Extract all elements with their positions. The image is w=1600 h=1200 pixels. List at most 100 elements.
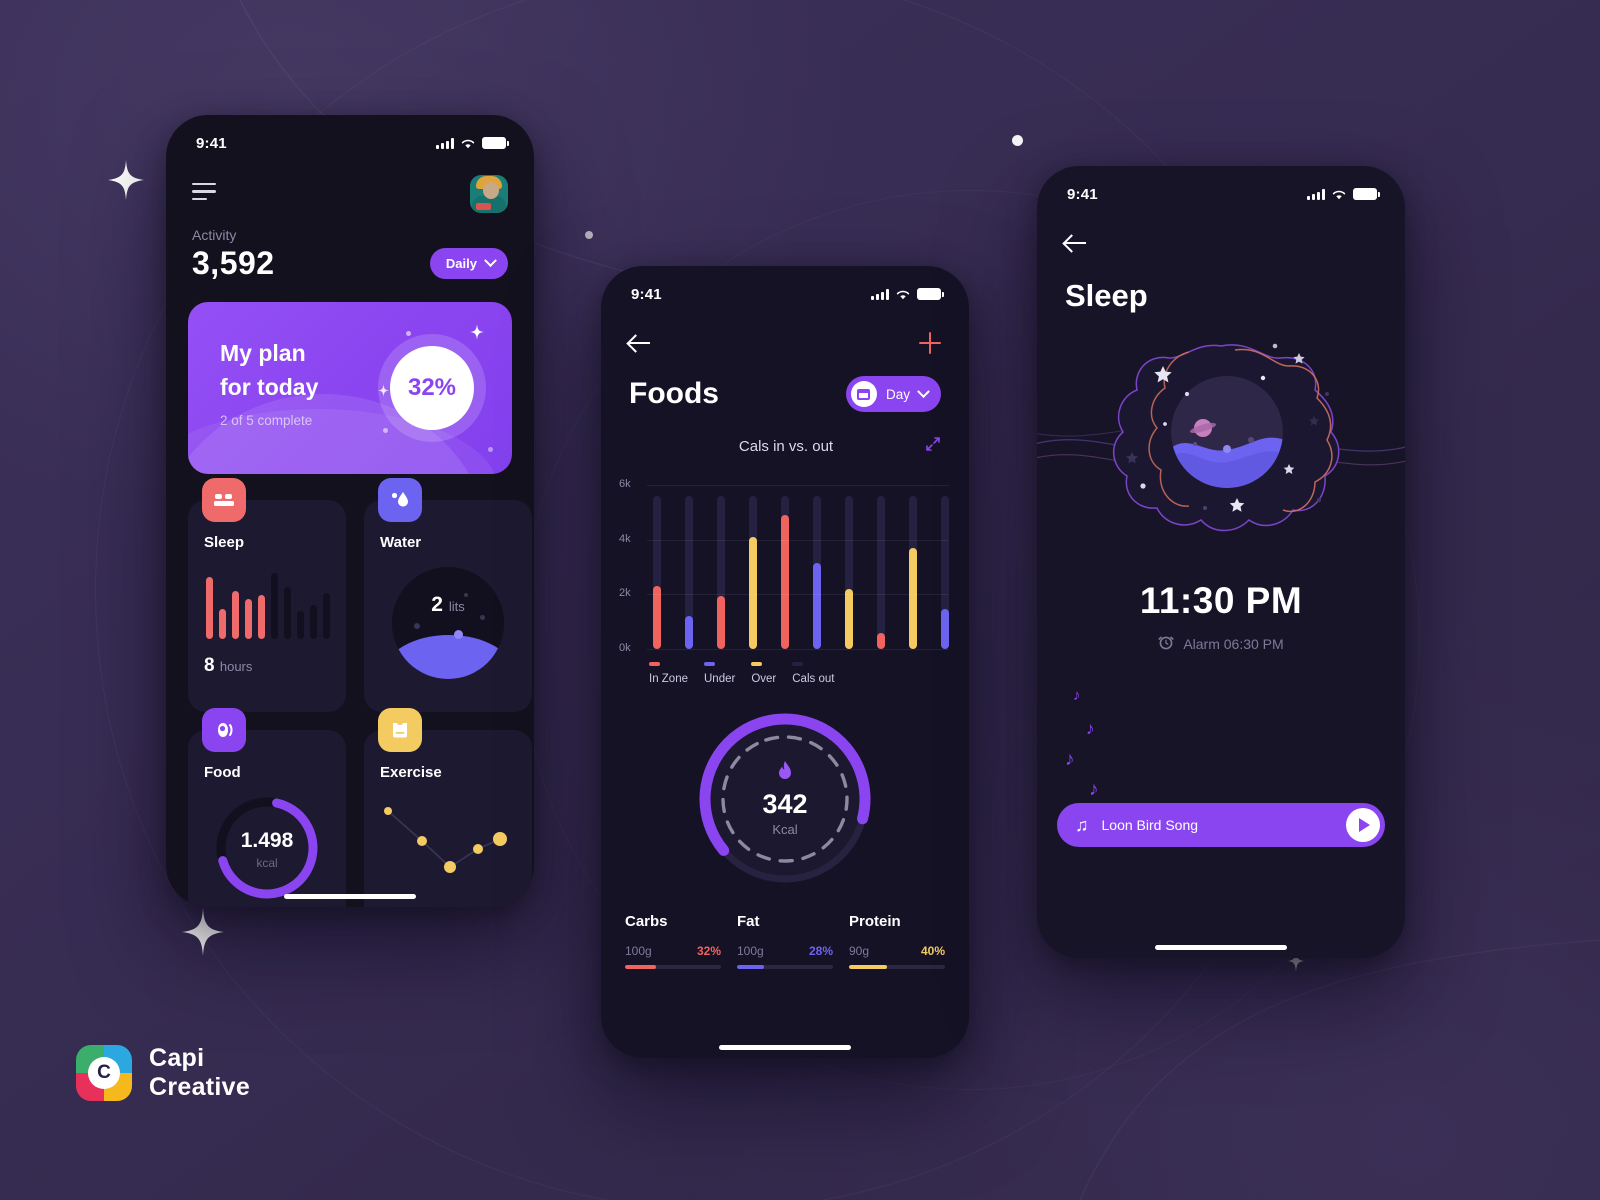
card-food[interactable]: Food 1.498 kcal <box>188 708 346 907</box>
avatar[interactable] <box>470 175 508 213</box>
card-title: Sleep <box>204 534 245 551</box>
page-title: Sleep <box>1065 278 1148 313</box>
logo-letter: C <box>88 1057 120 1089</box>
bar-value <box>781 515 789 649</box>
bar-value <box>749 536 757 649</box>
calorie-gauge: 342 Kcal <box>697 711 873 887</box>
sleep-unit: hours <box>219 659 253 674</box>
chart-bar[interactable] <box>781 485 789 649</box>
y-axis-tick: 4k <box>619 532 631 545</box>
chart-bar[interactable] <box>653 485 661 649</box>
status-bar: 9:41 <box>1037 166 1405 212</box>
battery-icon <box>917 288 944 300</box>
card-sleep[interactable]: Sleep 8 hours <box>188 478 346 712</box>
signal-icon <box>1307 188 1325 200</box>
plus-icon[interactable] <box>919 332 941 354</box>
macro-name: Protein <box>849 913 901 930</box>
logo-mark-icon: C <box>76 1045 132 1101</box>
brand-name: Capi Creative <box>149 1044 250 1102</box>
chart-bar[interactable] <box>941 485 949 649</box>
legend-item: In Zone <box>649 662 688 685</box>
plan-card[interactable]: My plan for today 2 of 5 complete 32% <box>188 302 512 474</box>
hamburger-icon[interactable] <box>192 182 216 206</box>
chart-bar[interactable] <box>749 485 757 649</box>
calorie-unit: Kcal <box>772 822 798 837</box>
bar-value <box>813 562 821 649</box>
chart-bar[interactable] <box>845 485 853 649</box>
phone-sleep-screen: 9:41 Sleep 11:30 PM Alarm 06:30 PM ♪ ♪ ♪… <box>1037 166 1405 958</box>
wifi-icon <box>1332 190 1346 200</box>
music-note-icon: ♪ <box>1089 779 1099 800</box>
water-drop-icon <box>378 478 422 522</box>
night-moon-illustration <box>1037 328 1405 558</box>
status-icons <box>871 288 944 300</box>
music-note-icon: ♪ <box>1073 687 1081 704</box>
play-icon[interactable] <box>1346 808 1380 842</box>
expand-icon[interactable] <box>925 436 941 457</box>
y-axis-tick: 2k <box>619 587 631 600</box>
chevron-down-icon <box>917 384 930 398</box>
song-player[interactable]: ♫ Loon Bird Song <box>1057 803 1385 847</box>
bar-value <box>653 586 661 649</box>
macro-name: Fat <box>737 913 760 930</box>
macro-bar <box>625 965 721 969</box>
macro-percent: 32% <box>696 944 721 958</box>
status-icons <box>1307 188 1380 200</box>
food-unit: kcal <box>256 856 278 870</box>
chart-bars <box>653 485 949 649</box>
battery-icon <box>482 137 509 149</box>
period-selector[interactable]: Day <box>845 376 941 412</box>
macro-percent: 40% <box>920 944 945 958</box>
period-selector[interactable]: Daily <box>429 248 508 279</box>
exercise-line-chart <box>384 807 507 873</box>
alarm-row[interactable]: Alarm 06:30 PM <box>1037 634 1405 653</box>
legend-swatch <box>704 662 715 666</box>
battery-icon <box>1353 188 1380 200</box>
chart-bar[interactable] <box>909 485 917 649</box>
chart-bar[interactable] <box>877 485 885 649</box>
chart-bar[interactable] <box>717 485 725 649</box>
chart-bar[interactable] <box>813 485 821 649</box>
status-bar: 9:41 <box>166 115 534 161</box>
y-axis-tick: 6k <box>619 478 631 490</box>
period-label: Day <box>885 386 910 402</box>
food-value: 1.498 <box>240 829 294 852</box>
chart-title: Cals in vs. out <box>738 438 834 455</box>
signal-icon <box>436 137 454 149</box>
flame-icon <box>777 761 793 787</box>
back-arrow-icon[interactable] <box>1065 232 1087 254</box>
shirt-icon <box>378 708 422 752</box>
card-water[interactable]: Water 2 lits <box>364 478 532 712</box>
phone-activity-screen: 9:41 Activity 3,592 Daily My plan for to… <box>166 115 534 907</box>
water-unit: lits <box>448 599 465 614</box>
legend-label: In Zone <box>649 673 688 685</box>
plan-percent: 32% <box>390 346 474 430</box>
back-arrow-icon[interactable] <box>629 332 651 354</box>
legend-item: Cals out <box>792 662 834 685</box>
macro-item: Fat 100g 28% <box>737 913 833 969</box>
gridline <box>647 485 949 486</box>
home-indicator <box>719 1045 851 1050</box>
bar-value <box>941 609 949 649</box>
water-gauge: 2 lits <box>392 567 504 679</box>
plan-subtitle: 2 of 5 complete <box>220 413 313 428</box>
card-title: Water <box>380 534 422 551</box>
chart-bar[interactable] <box>685 485 693 649</box>
signal-icon <box>871 288 889 300</box>
music-note-icon: ♪ <box>1065 749 1075 770</box>
brand-logo: C Capi Creative <box>76 1044 250 1102</box>
music-note-icon: ♫ <box>1075 814 1089 835</box>
sparkle-icon <box>182 908 224 956</box>
legend-item: Under <box>704 662 735 685</box>
song-name: Loon Bird Song <box>1101 817 1199 833</box>
macro-list: Carbs 100g 32% Fat 100g 28% Protein 90g 40% <box>601 887 969 969</box>
legend-label: Under <box>704 673 736 685</box>
macro-item: Carbs 100g 32% <box>625 913 721 969</box>
plan-line2: for today <box>220 374 319 400</box>
wifi-icon <box>461 139 475 149</box>
bar-value <box>717 595 725 649</box>
legend-label: Over <box>751 673 777 685</box>
brand-line1: Capi <box>149 1044 205 1072</box>
status-time: 9:41 <box>196 134 227 152</box>
card-exercise[interactable]: Exercise <box>364 708 532 907</box>
